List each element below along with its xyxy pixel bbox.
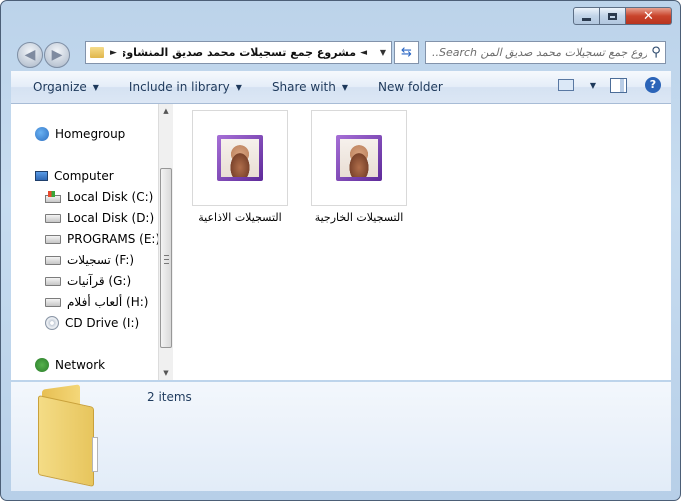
refresh-button[interactable]: ⇆ [394,41,419,64]
nav-item-network[interactable]: Network [35,355,105,375]
view-controls: ▼ ? [557,77,661,93]
computer-icon [35,171,48,181]
navigation-pane: Homegroup Computer Local Disk (C:) Local… [11,104,160,380]
nav-scrollbar[interactable]: ▲ ▼ [158,104,173,380]
nav-label: Local Disk (C:) [67,190,154,204]
search-box[interactable]: ..Search مشروع جمع تسجيلات محمد صديق الم… [425,41,666,64]
nav-label: CD Drive (I:) [65,316,140,330]
nav-label: Computer [54,169,114,183]
help-icon[interactable]: ? [645,77,661,93]
main-area: Homegroup Computer Local Disk (C:) Local… [11,104,671,380]
nav-label: ألعاب أفلام (H:) [67,295,149,309]
nav-item-drive-f[interactable]: تسجيلات (F:) [45,250,134,270]
file-item[interactable]: التسجيلات الخارجية [310,110,408,224]
nav-item-computer[interactable]: Computer [35,166,114,186]
nav-label: Local Disk (D:) [67,211,155,225]
history-buttons: ◀ ▶ [17,42,73,68]
include-in-library-label: Include in library [128,80,230,94]
nav-item-drive-h[interactable]: ألعاب أفلام (H:) [45,292,148,312]
file-name: التسجيلات الاذاعية [198,211,282,224]
include-in-library-button[interactable]: Include in library ▼ [129,80,242,94]
file-thumbnail-frame [311,110,407,206]
cd-drive-icon [45,316,59,330]
portrait-image [221,139,259,177]
share-with-label: Share with [271,80,336,94]
file-thumbnail-frame [192,110,288,206]
folder-front [38,395,94,487]
scroll-up-icon[interactable]: ▲ [159,104,173,118]
folder-paper [92,437,98,472]
window-controls: ✕ [573,7,672,25]
address-path[interactable]: مشروع جمع تسجيلات محمد صديق المنشاوى [123,46,356,59]
chevron-down-icon: ▼ [92,82,99,92]
nav-label: تسجيلات (F:) [67,253,135,267]
file-name: التسجيلات الخارجية [314,211,404,224]
new-folder-label: New folder [378,80,443,94]
command-bar: Organize ▼ Include in library ▼ Share with… [11,71,671,104]
hard-drive-icon [45,276,61,286]
organize-label: Organize [33,80,87,94]
breadcrumb-chevron-icon[interactable]: ► [110,48,117,58]
search-input[interactable]: ..Search مشروع جمع تسجيلات محمد صديق الم… [426,46,647,59]
hard-drive-icon [45,255,61,265]
chevron-down-icon[interactable]: ▼ [375,48,391,57]
nav-label: Homegroup [55,127,126,141]
chevron-down-icon[interactable]: ▼ [590,81,596,90]
explorer-window: ✕ ◀ ▶ ► مشروع جمع تسجيلات محمد صديق المن… [0,0,681,501]
preview-pane-icon[interactable] [610,77,627,93]
maximize-button[interactable] [600,7,626,25]
nav-label: PROGRAMS (E:) [67,232,161,246]
maximize-icon [608,12,617,20]
homegroup-icon [35,127,49,141]
arrow-right-icon: ▶ [51,47,63,63]
nav-item-homegroup[interactable]: Homegroup [35,124,125,144]
change-view-icon[interactable] [557,79,574,91]
file-item[interactable]: التسجيلات الاذاعية [191,110,289,224]
folder-icon [90,47,104,58]
nav-label: قرآنيات (G:) [67,274,132,288]
details-pane: 2 items [11,382,671,491]
hard-drive-icon [45,213,61,223]
nav-label: Network [55,358,106,372]
portrait-thumbnail-icon [336,135,382,181]
minimize-icon [582,17,591,21]
refresh-icon: ⇆ [401,45,412,60]
scroll-down-icon[interactable]: ▼ [159,366,173,380]
hard-drive-icon [45,234,61,244]
chevron-down-icon: ▼ [235,82,242,92]
network-icon [35,358,49,372]
scrollbar-thumb[interactable] [160,168,172,348]
close-button[interactable]: ✕ [626,7,672,25]
grip-icon [164,255,169,264]
portrait-image [340,139,378,177]
nav-item-drive-g[interactable]: قرآنيات (G:) [45,271,131,291]
chevron-down-icon: ▼ [341,82,348,92]
nav-item-drive-d[interactable]: Local Disk (D:) [45,208,154,228]
hard-drive-icon [45,297,61,307]
back-button[interactable]: ◀ [17,42,43,68]
item-count: 2 items [147,390,192,404]
address-bar[interactable]: ► مشروع جمع تسجيلات محمد صديق المنشاوى ◄… [85,41,392,64]
share-with-button[interactable]: Share with ▼ [272,80,348,94]
folder-icon [36,384,106,487]
close-icon: ✕ [643,8,654,24]
nav-item-drive-e[interactable]: PROGRAMS (E:) [45,229,160,249]
nav-item-drive-c[interactable]: Local Disk (C:) [45,187,153,207]
minimize-button[interactable] [573,7,600,25]
search-icon[interactable]: ⚲ [647,45,665,60]
nav-item-drive-i[interactable]: CD Drive (I:) [45,313,139,333]
organize-button[interactable]: Organize ▼ [33,80,99,94]
arrow-left-icon: ◀ [24,47,36,63]
new-folder-button[interactable]: New folder [378,80,443,94]
forward-button[interactable]: ▶ [44,42,70,68]
portrait-thumbnail-icon [217,135,263,181]
breadcrumb-chevron-icon[interactable]: ◄ [360,48,367,58]
system-drive-icon [45,191,61,203]
